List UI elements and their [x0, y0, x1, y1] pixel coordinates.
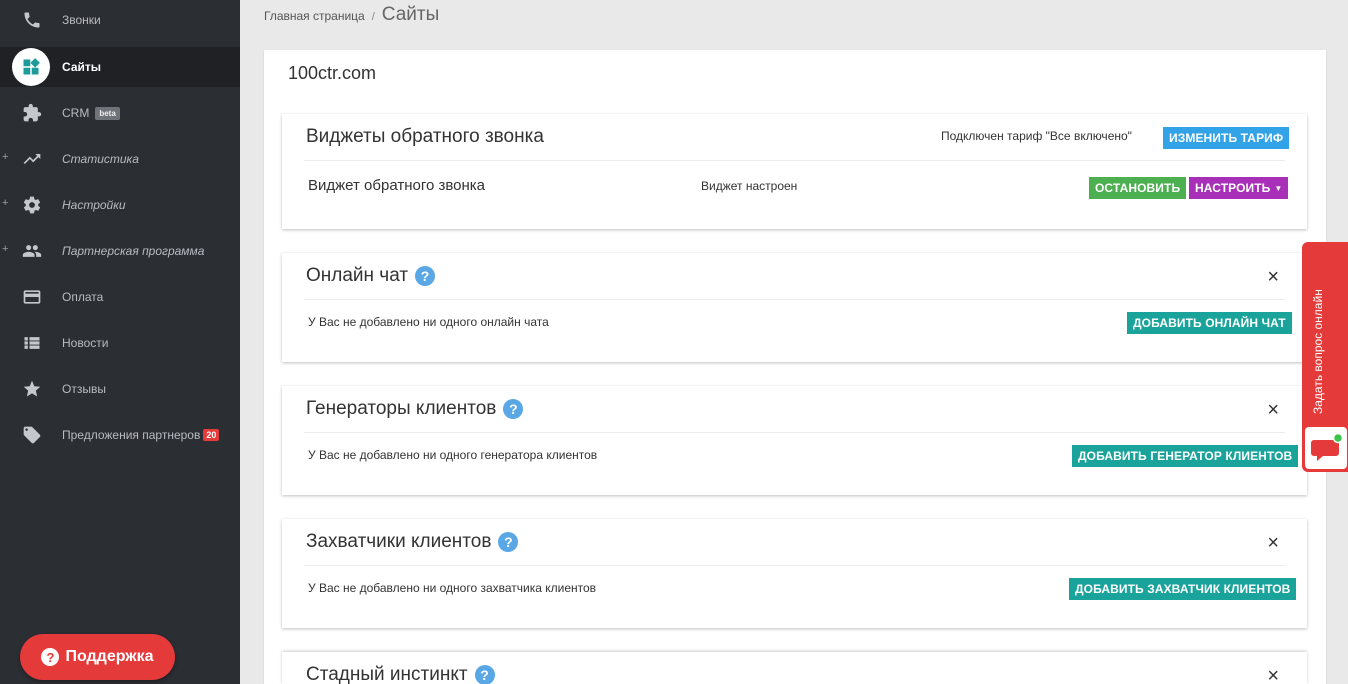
- client-catchers-section: Захватчики клиентов ? × У Вас не добавле…: [282, 519, 1307, 628]
- section-title: Стадный инстинкт ?: [306, 664, 495, 684]
- breadcrumb-home-link[interactable]: Главная страница: [264, 9, 365, 23]
- sidebar-item-settings[interactable]: + Настройки: [0, 185, 240, 225]
- star-icon: [20, 378, 44, 400]
- section-title-text: Генераторы клиентов: [306, 398, 497, 419]
- help-icon[interactable]: ?: [474, 665, 495, 684]
- sidebar-item-news[interactable]: Новости: [0, 323, 240, 363]
- widget-status: Виджет настроен: [701, 179, 798, 193]
- empty-state-text: У Вас не добавлено ни одного онлайн чата: [308, 315, 549, 329]
- expand-plus-icon[interactable]: +: [2, 151, 8, 163]
- close-icon[interactable]: ×: [1267, 666, 1279, 684]
- sidebar-item-label: Новости: [62, 336, 109, 350]
- configure-button-label: НАСТРОИТЬ: [1195, 181, 1271, 195]
- stop-widget-button[interactable]: ОСТАНОВИТЬ: [1089, 177, 1187, 199]
- phone-icon: [20, 9, 44, 31]
- help-icon[interactable]: ?: [415, 266, 436, 286]
- sidebar-item-label: Оплата: [62, 290, 104, 304]
- puzzle-icon: [20, 102, 44, 124]
- sidebar-item-sites[interactable]: Сайты: [0, 47, 240, 87]
- beta-badge: beta: [95, 107, 120, 120]
- sidebar-item-payment[interactable]: Оплата: [0, 277, 240, 317]
- trending-up-icon: [20, 148, 44, 170]
- online-chat-section: Онлайн чат ? × У Вас не добавлено ни одн…: [282, 253, 1307, 362]
- divider: [304, 299, 1285, 300]
- sidebar-item-label: Предложения партнеров: [62, 428, 201, 442]
- divider: [304, 160, 1285, 161]
- site-title: 100ctr.com: [288, 63, 377, 83]
- sidebar-item-partner-offers[interactable]: Предложения партнеров 20: [0, 415, 240, 455]
- herd-instinct-section: Стадный инстинкт ? ×: [282, 652, 1307, 684]
- divider: [304, 565, 1285, 566]
- breadcrumb: Главная страница / Сайты: [264, 4, 439, 26]
- add-client-catcher-button[interactable]: ДОБАВИТЬ ЗАХВАТЧИК КЛИЕНТОВ: [1069, 578, 1297, 600]
- section-title-text: Стадный инстинкт: [306, 664, 468, 684]
- caret-down-icon: ▼: [1274, 183, 1283, 193]
- section-title: Онлайн чат ?: [306, 265, 436, 287]
- empty-state-text: У Вас не добавлено ни одного генератора …: [308, 448, 598, 462]
- support-button-label: Поддержка: [65, 648, 154, 665]
- dashboard-icon: [12, 48, 50, 86]
- page-title: Сайты: [381, 4, 440, 25]
- sidebar-item-label: Партнерская программа: [62, 244, 205, 258]
- divider: [304, 432, 1285, 433]
- help-icon[interactable]: ?: [503, 399, 524, 419]
- sidebar-item-label: Сайты: [62, 60, 101, 74]
- sidebar: Звонки Сайты CRM beta + Статистика + Наст…: [0, 0, 240, 684]
- sidebar-item-label: CRM: [62, 106, 90, 120]
- widget-name: Виджет обратного звонка: [308, 177, 486, 194]
- add-online-chat-button[interactable]: ДОБАВИТЬ ОНЛАЙН ЧАТ: [1127, 312, 1292, 334]
- people-icon: [20, 240, 44, 262]
- count-badge: 20: [203, 429, 220, 441]
- close-icon[interactable]: ×: [1267, 267, 1279, 287]
- credit-card-icon: [20, 286, 44, 308]
- sidebar-item-label: Статистика: [62, 152, 139, 166]
- add-client-generator-button[interactable]: ДОБАВИТЬ ГЕНЕРАТОР КЛИЕНТОВ: [1072, 445, 1299, 467]
- sidebar-item-label: Звонки: [62, 13, 101, 27]
- section-title-text: Виджеты обратного звонка: [306, 126, 544, 147]
- ask-question-label: Задать вопрос онлайн: [1311, 289, 1325, 414]
- sidebar-item-crm[interactable]: CRM beta: [0, 93, 240, 133]
- list-icon: [20, 332, 44, 354]
- section-title: Виджеты обратного звонка: [306, 126, 544, 148]
- ask-question-widget[interactable]: Задать вопрос онлайн: [1302, 242, 1348, 472]
- breadcrumb-separator: /: [371, 11, 375, 23]
- section-title: Генераторы клиентов ?: [306, 398, 524, 420]
- expand-plus-icon[interactable]: +: [2, 243, 8, 255]
- close-icon[interactable]: ×: [1267, 400, 1279, 420]
- sidebar-item-partner-program[interactable]: + Партнерская программа: [0, 231, 240, 271]
- chat-bubble-icon[interactable]: [1305, 427, 1347, 469]
- support-button[interactable]: ? Поддержка: [20, 634, 175, 680]
- empty-state-text: У Вас не добавлено ни одного захватчика …: [308, 581, 597, 595]
- sidebar-item-label: Отзывы: [62, 382, 106, 396]
- change-tariff-button[interactable]: ИЗМЕНИТЬ ТАРИФ: [1163, 127, 1290, 149]
- client-generators-section: Генераторы клиентов ? × У Вас не добавле…: [282, 386, 1307, 495]
- sidebar-item-reviews[interactable]: Отзывы: [0, 369, 240, 409]
- close-icon[interactable]: ×: [1267, 533, 1279, 553]
- callback-widgets-section: Виджеты обратного звонка Подключен тариф…: [282, 114, 1307, 229]
- sidebar-item-label: Настройки: [62, 198, 126, 212]
- tag-icon: [20, 424, 44, 446]
- expand-plus-icon[interactable]: +: [2, 197, 8, 209]
- help-icon[interactable]: ?: [498, 532, 519, 552]
- gear-icon: [20, 194, 44, 216]
- tariff-status: Подключен тариф "Все включено": [941, 129, 1132, 143]
- sidebar-item-calls[interactable]: Звонки: [0, 0, 240, 40]
- configure-widget-button[interactable]: НАСТРОИТЬ ▼: [1189, 177, 1289, 199]
- help-circle-icon: ?: [41, 648, 60, 666]
- section-title-text: Захватчики клиентов: [306, 531, 492, 552]
- sidebar-item-statistics[interactable]: + Статистика: [0, 139, 240, 179]
- section-title: Захватчики клиентов ?: [306, 531, 519, 553]
- section-title-text: Онлайн чат: [306, 265, 409, 286]
